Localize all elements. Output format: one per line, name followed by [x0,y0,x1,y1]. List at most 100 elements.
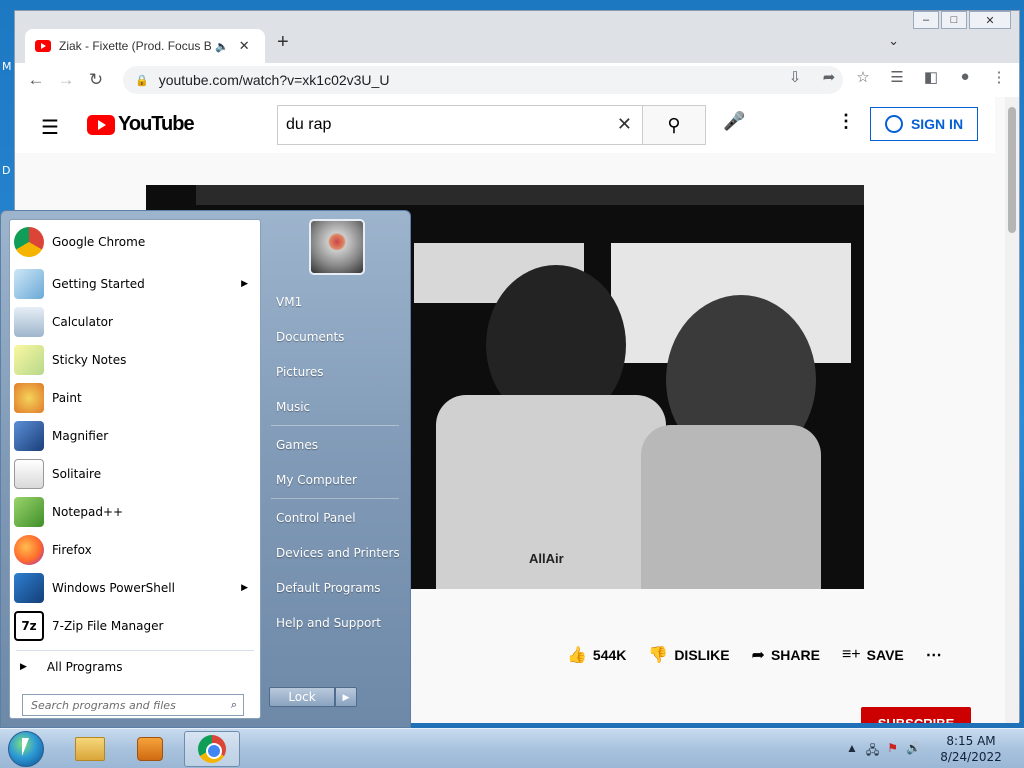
start-menu-item-label: Paint [52,391,82,405]
bookmark-star-icon[interactable]: ☆ [853,68,873,86]
clear-search-icon[interactable]: ✕ [617,114,632,135]
start-menu-item-chrome[interactable]: Google Chrome [10,224,260,260]
start-menu-link-vm1[interactable]: VM1 [268,287,402,317]
start-menu-link-devices-and-printers[interactable]: Devices and Printers [268,538,402,568]
like-count: 544K [592,647,627,663]
share-button[interactable]: ➦ SHARE [752,645,820,665]
settings-kebab-icon[interactable]: ⋮ [837,111,855,132]
taskbar: ▲ 🖧 ⚑ 🔊 8:15 AM 8/24/2022 [0,728,1024,768]
tab-search-chevron-icon[interactable]: ⌄ [888,33,899,49]
start-menu-link-pictures[interactable]: Pictures [268,357,402,387]
search-icon: ⚲ [667,114,681,135]
microphone-icon[interactable]: 🎤 [723,111,745,132]
search-input[interactable]: du rap ✕ [277,105,643,145]
video-frame-ceiling [196,185,864,205]
paint-icon [14,383,44,413]
power-options-arrow-icon[interactable]: ▶ [335,687,357,707]
forward-arrow-icon[interactable]: → [51,70,81,90]
hamburger-menu-icon[interactable]: ☰ [41,115,59,140]
clock-time: 8:15 AM [946,734,996,748]
share-page-icon[interactable]: ➦ [819,68,839,86]
address-bar[interactable]: 🔒 youtube.com/watch?v=xk1c02v3U_U [123,66,843,94]
calculator-icon [14,307,44,337]
start-menu-separator [16,650,254,651]
url-text: youtube.com/watch?v=xk1c02v3U_U [158,72,390,88]
start-menu-link-games[interactable]: Games [268,430,402,460]
window-controls: – □ ✕ [911,11,1011,29]
start-menu-link-music[interactable]: Music [268,392,402,422]
side-panel-icon[interactable]: ◧ [921,68,941,86]
expand-arrow-icon: ▶ [20,662,27,672]
magnifier-icon [14,421,44,451]
start-menu-item-sticky-notes[interactable]: Sticky Notes [10,342,260,378]
start-menu-item-powershell[interactable]: Windows PowerShell ▶ [10,570,260,606]
taskbar-explorer-button[interactable] [62,731,118,767]
sign-in-button[interactable]: SIGN IN [870,107,978,141]
user-account-picture[interactable] [309,219,365,275]
start-menu-item-label: Windows PowerShell [52,581,175,595]
chrome-menu-kebab-icon[interactable]: ⋮ [989,68,1009,86]
start-menu-item-label: Sticky Notes [52,353,127,367]
taskbar-media-player-button[interactable] [122,731,178,767]
start-search-input[interactable]: Search programs and files ⌕ [22,694,244,716]
playlist-add-icon: ≡+ [841,646,861,663]
more-actions-icon[interactable]: ⋯ [926,645,942,665]
subscribe-button[interactable]: SUBSCRIBE [861,707,971,723]
media-control-icon[interactable]: ☰ [887,68,907,86]
like-button[interactable]: 👍 544K [567,645,626,665]
start-menu-item-firefox[interactable]: Firefox [10,532,260,568]
close-tab-icon[interactable]: ✕ [239,38,250,54]
start-menu-item-calculator[interactable]: Calculator [10,304,260,340]
start-menu-programs-panel: Google Chrome Getting Started ▶ Calculator S… [9,219,261,719]
start-menu-item-solitaire[interactable]: Solitaire [10,456,260,492]
volume-icon[interactable]: 🔊 [906,741,921,762]
start-menu-item-7zip[interactable]: 7z 7-Zip File Manager [10,608,260,644]
dislike-button[interactable]: 👎 DISLIKE [648,645,729,665]
all-programs-button[interactable]: ▶ All Programs [10,654,260,680]
save-button[interactable]: ≡+ SAVE [842,646,904,664]
browser-toolbar: ← → ↻ 🔒 youtube.com/watch?v=xk1c02v3U_U … [15,63,1019,97]
reload-icon[interactable]: ↻ [81,70,111,90]
start-menu-link-documents[interactable]: Documents [268,322,402,352]
start-menu-item-paint[interactable]: Paint [10,380,260,416]
start-menu-item-magnifier[interactable]: Magnifier [10,418,260,454]
maximize-button[interactable]: □ [941,11,967,29]
lock-icon[interactable]: 🔒 [135,74,149,87]
action-center-flag-icon[interactable]: ⚑ [887,741,898,762]
show-hidden-icons-icon[interactable]: ▲ [846,741,858,762]
browser-tab-active[interactable]: Ziak - Fixette (Prod. Focus Be 🔈 ✕ [25,29,265,63]
profile-avatar-icon[interactable]: ● [955,68,975,86]
dislike-label: DISLIKE [674,647,730,663]
start-menu-item-getting-started[interactable]: Getting Started ▶ [10,266,260,302]
account-circle-icon [884,115,903,133]
start-menu-link-control-panel[interactable]: Control Panel [268,503,402,533]
taskbar-chrome-button[interactable] [184,731,240,767]
start-menu-link-help-and-support[interactable]: Help and Support [268,608,402,638]
start-menu-link-default-programs[interactable]: Default Programs [268,573,402,603]
new-tab-button[interactable]: + [277,31,289,54]
network-icon[interactable]: 🖧 [866,741,879,762]
close-window-button[interactable]: ✕ [969,11,1011,29]
clock-date: 8/24/2022 [940,750,1002,764]
install-app-icon[interactable]: ⇩ [785,68,805,86]
start-menu-item-label: 7-Zip File Manager [52,619,164,633]
minimize-button[interactable]: – [913,11,939,29]
notepadpp-icon [14,497,44,527]
back-arrow-icon[interactable]: ← [21,70,51,90]
start-menu-right-separator [271,498,399,499]
7zip-icon: 7z [14,611,44,641]
mouse-cursor-icon [22,738,36,756]
search-button[interactable]: ⚲ [642,105,706,145]
search-icon: ⌕ [230,698,237,711]
taskbar-clock[interactable]: 8:15 AM 8/24/2022 [928,733,1014,765]
scrollbar-thumb[interactable] [1008,107,1016,233]
desktop-icon-label-edge: D [2,164,11,177]
start-menu-item-label: Calculator [52,315,113,329]
youtube-favicon-icon [35,40,51,52]
speaker-icon[interactable]: 🔈 [215,40,229,53]
start-menu-item-notepadpp[interactable]: Notepad++ [10,494,260,530]
youtube-logo[interactable]: YouTube [87,113,195,136]
lock-button[interactable]: Lock [269,687,335,707]
page-scrollbar[interactable] [1005,97,1019,723]
start-menu-link-my-computer[interactable]: My Computer [268,465,402,495]
